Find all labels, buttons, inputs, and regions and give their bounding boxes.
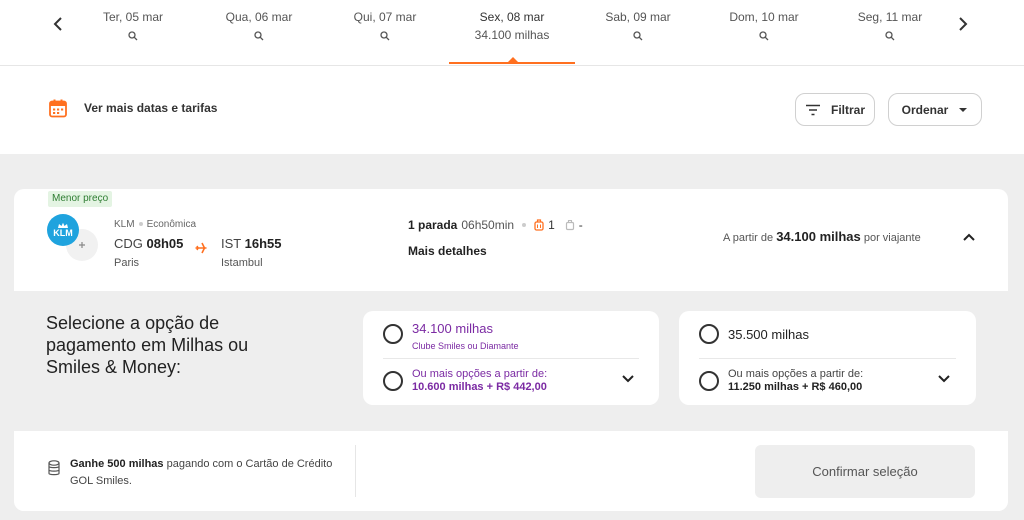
filter-label: Filtrar: [830, 102, 865, 117]
search-icon: [701, 28, 827, 42]
miles-promo: Ganhe 500 milhas pagando com o Cartão de…: [70, 456, 355, 490]
date-tab-label: Sab, 09 mar: [605, 10, 671, 24]
arrival-code: IST: [221, 236, 241, 251]
chevron-up-icon: [963, 233, 975, 241]
stops-count: 1 parada: [408, 218, 458, 232]
arrival-segment: IST 16h55 Istambul: [221, 236, 282, 269]
caret-down-icon: [959, 107, 968, 112]
date-strip: Ter, 05 mar Qua, 06 mar Qui, 07 mar Sex,…: [0, 0, 1024, 66]
checked-bag-count: 1: [548, 218, 555, 232]
plus-icon: [79, 242, 85, 248]
date-tab-label: Dom, 10 mar: [729, 10, 799, 24]
next-dates-button[interactable]: [953, 14, 973, 34]
miles-promo-highlight: Ganhe 500 milhas: [70, 458, 164, 470]
option-a-radio[interactable]: [383, 324, 403, 344]
date-tab-4[interactable]: Sab, 09 mar: [575, 0, 701, 64]
option-b-more-radio[interactable]: [699, 371, 719, 391]
checked-bag-icon: [534, 219, 544, 231]
airline-info: KLM Econômica: [114, 219, 196, 230]
separator-dot: [522, 223, 527, 227]
logo-text: KLM: [53, 228, 73, 238]
divider: [383, 358, 639, 359]
confirm-selection-button[interactable]: Confirmar seleção: [755, 445, 975, 498]
sort-label: Ordenar: [901, 102, 949, 117]
price-prefix: A partir de: [723, 232, 774, 244]
search-icon: [322, 28, 448, 42]
airplane-icon: [195, 242, 207, 257]
carry-on-icon: [565, 219, 574, 231]
flight-duration: 06h50min: [461, 218, 515, 232]
calendar-icon: [49, 99, 67, 118]
separator-dot: [138, 222, 143, 227]
date-tab-label: Seg, 11 mar: [857, 10, 923, 24]
flight-card: Menor preço KLM KLM Econômica CDG 08h05 P…: [14, 189, 1008, 511]
date-tab-price: 34.100 milhas: [474, 28, 550, 42]
option-a-more-radio[interactable]: [383, 371, 403, 391]
option-a-expand-button[interactable]: [619, 370, 637, 388]
klm-logo: KLM: [47, 214, 79, 246]
cabin-class: Econômica: [146, 219, 197, 230]
payment-options-title: Selecione a opção de pagamento em Milhas…: [46, 313, 249, 377]
search-icon: [827, 28, 953, 42]
prev-dates-button[interactable]: [48, 14, 68, 34]
price-suffix: por viajante: [863, 232, 921, 244]
payment-option-a: 34.100 milhas Clube Smiles ou Diamante O…: [363, 311, 659, 405]
option-a-more-label: Ou mais opções a partir de:: [412, 368, 548, 380]
coins-icon: [48, 460, 60, 476]
price-summary: A partir de 34.100 milhas por viajante: [723, 229, 921, 244]
results-toolbar: Ver mais datas e tarifas Filtrar Ordenar: [0, 66, 1024, 154]
chevron-down-icon: [622, 375, 634, 383]
chevron-right-icon: [959, 17, 968, 31]
payment-options-panel: Selecione a opção de pagamento em Milhas…: [14, 291, 1008, 431]
date-tab-label: Sex, 08 mar: [479, 10, 545, 24]
option-a-more-value: 10.600 milhas + R$ 442,00: [412, 381, 547, 393]
date-tab-1[interactable]: Qua, 06 mar: [196, 0, 322, 64]
option-b-miles: 35.500 milhas: [728, 327, 809, 342]
more-dates-link[interactable]: Ver mais datas e tarifas: [48, 98, 217, 118]
option-b-more-value: 11.250 milhas + R$ 460,00: [728, 381, 863, 393]
flight-stops: 1 parada 06h50min 1 -: [408, 218, 583, 232]
option-a-more: Ou mais opções a partir de: 10.600 milha…: [412, 368, 547, 394]
date-tab-label: Qua, 06 mar: [225, 10, 293, 24]
more-details-link[interactable]: Mais detalhes: [408, 244, 487, 258]
chevron-left-icon: [53, 17, 62, 31]
sort-dropdown[interactable]: Ordenar: [888, 93, 982, 126]
departure-city: Paris: [114, 257, 140, 269]
arrival-city: Istambul: [221, 257, 263, 269]
date-tab-label: Qui, 07 mar: [353, 10, 417, 24]
payment-option-b: 35.500 milhas Ou mais opções a partir de…: [679, 311, 976, 405]
price-value: 34.100 milhas: [776, 229, 861, 244]
card-footer: Ganhe 500 milhas pagando com o Cartão de…: [14, 431, 1008, 511]
departure-segment: CDG 08h05 Paris: [114, 236, 183, 269]
option-b-more: Ou mais opções a partir de: 11.250 milha…: [728, 368, 863, 394]
option-b-more-label: Ou mais opções a partir de:: [728, 368, 864, 380]
date-tab-0[interactable]: Ter, 05 mar: [70, 0, 196, 64]
date-tab-3-selected[interactable]: Sex, 08 mar 34.100 milhas: [449, 0, 575, 64]
divider: [355, 445, 356, 497]
date-tab-label: Ter, 05 mar: [102, 10, 164, 24]
divider: [699, 358, 956, 359]
option-b-expand-button[interactable]: [935, 370, 953, 388]
collapse-button[interactable]: [960, 228, 978, 246]
option-b-radio[interactable]: [699, 324, 719, 344]
chevron-down-icon: [938, 375, 950, 383]
carry-on-value: -: [578, 218, 583, 232]
active-tab-caret: [508, 57, 518, 62]
filter-icon: [805, 104, 820, 115]
option-a-condition: Clube Smiles ou Diamante: [412, 341, 519, 351]
date-tab-5[interactable]: Dom, 10 mar: [701, 0, 827, 64]
date-tab-6[interactable]: Seg, 11 mar: [827, 0, 953, 64]
search-icon: [196, 28, 322, 42]
search-icon: [575, 28, 701, 42]
airline-name: KLM: [114, 219, 135, 230]
departure-code: CDG: [114, 236, 143, 251]
option-a-miles: 34.100 milhas: [412, 321, 493, 336]
filter-button[interactable]: Filtrar: [795, 93, 875, 126]
arrival-time: 16h55: [244, 236, 282, 251]
lowest-price-badge: Menor preço: [48, 191, 113, 207]
more-dates-label: Ver mais datas e tarifas: [84, 101, 218, 115]
search-icon: [70, 28, 196, 42]
date-tab-2[interactable]: Qui, 07 mar: [322, 0, 448, 64]
departure-time: 08h05: [146, 236, 184, 251]
